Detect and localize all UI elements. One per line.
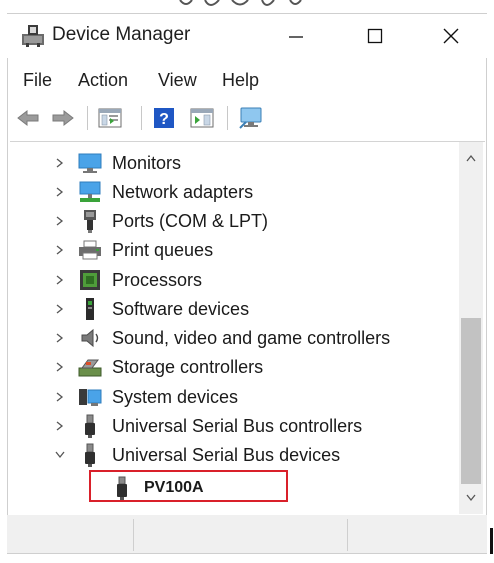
tree-item-usb-controllers[interactable]: Universal Serial Bus controllers xyxy=(54,412,362,440)
forward-button[interactable] xyxy=(49,104,77,132)
back-button[interactable] xyxy=(14,104,42,132)
tree-item-label: Software devices xyxy=(112,298,250,319)
printer-icon xyxy=(78,238,102,262)
forward-arrow-icon xyxy=(52,109,74,127)
toolbar-separator xyxy=(87,106,88,130)
menu-view[interactable]: View xyxy=(158,67,197,93)
chevron-up-icon xyxy=(466,154,476,162)
console-tree-button[interactable] xyxy=(188,104,216,132)
usb-icon xyxy=(78,414,102,438)
tree-item-print-queues[interactable]: Print queues xyxy=(54,236,213,264)
chevron-right-icon[interactable] xyxy=(54,244,66,256)
monitor-icon xyxy=(78,151,102,175)
menu-action[interactable]: Action xyxy=(78,67,128,93)
window-title: Device Manager xyxy=(52,24,191,45)
scroll-up-button[interactable] xyxy=(459,146,483,170)
tree-item-system-devices[interactable]: System devices xyxy=(54,383,238,411)
usb-icon xyxy=(78,443,102,467)
storage-controller-icon xyxy=(78,355,102,379)
tree-item-network-adapters[interactable]: Network adapters xyxy=(54,178,253,206)
chevron-right-icon[interactable] xyxy=(54,186,66,198)
tree-item-sound-video-game[interactable]: Sound, video and game controllers xyxy=(54,324,390,352)
toolbar-separator xyxy=(141,106,142,130)
scrollbar-thumb[interactable] xyxy=(461,318,481,484)
processor-icon xyxy=(78,268,102,292)
chevron-right-icon[interactable] xyxy=(54,361,66,373)
chevron-right-icon[interactable] xyxy=(54,303,66,315)
tree-item-label: Monitors xyxy=(112,152,182,173)
tree-item-label: Network adapters xyxy=(112,181,254,202)
console-tree-icon xyxy=(190,108,214,128)
status-bar xyxy=(7,515,487,553)
tree-item-label: System devices xyxy=(112,386,239,407)
tree-item-usb-devices[interactable]: Universal Serial Bus devices xyxy=(54,441,340,469)
speaker-icon xyxy=(78,326,102,350)
properties-button[interactable] xyxy=(96,104,124,132)
status-divider xyxy=(133,519,134,551)
tree-item-label: Ports (COM & LPT) xyxy=(112,210,269,231)
tree-item-ports[interactable]: Ports (COM & LPT) xyxy=(54,207,268,235)
minimize-icon xyxy=(289,36,303,38)
network-adapter-icon xyxy=(78,180,102,204)
scan-hardware-button[interactable] xyxy=(237,104,265,132)
device-manager-icon xyxy=(20,22,46,48)
tree-item-processors[interactable]: Processors xyxy=(54,266,202,294)
chevron-right-icon[interactable] xyxy=(54,391,66,403)
scroll-down-button[interactable] xyxy=(459,486,483,510)
tree-item-software-devices[interactable]: Software devices xyxy=(54,295,249,323)
toolbar-separator xyxy=(227,106,228,130)
tree-item-monitors[interactable]: Monitors xyxy=(54,149,181,177)
chevron-down-icon[interactable] xyxy=(54,449,66,461)
system-device-icon xyxy=(78,385,102,409)
tree-item-storage-controllers[interactable]: Storage controllers xyxy=(54,353,263,381)
highlight-box xyxy=(89,470,288,502)
tree-item-label: Storage controllers xyxy=(112,356,264,377)
monitor-icon xyxy=(239,107,262,129)
chevron-right-icon[interactable] xyxy=(54,420,66,432)
cropped-top-strip xyxy=(0,0,494,14)
edge-marker xyxy=(490,528,493,554)
maximize-button[interactable] xyxy=(352,14,398,58)
status-divider xyxy=(347,519,348,551)
chevron-right-icon[interactable] xyxy=(54,274,66,286)
back-arrow-icon xyxy=(17,109,39,127)
chevron-right-icon[interactable] xyxy=(54,215,66,227)
cropped-text-fragment xyxy=(179,0,302,6)
tree-item-label: Print queues xyxy=(112,239,214,260)
close-icon xyxy=(443,28,459,44)
port-icon xyxy=(78,209,102,233)
menu-help[interactable]: Help xyxy=(222,67,259,93)
tree-item-label: Processors xyxy=(112,269,203,290)
svg-text:?: ? xyxy=(159,111,169,128)
help-icon: ? xyxy=(154,108,174,128)
close-button[interactable] xyxy=(428,14,474,58)
help-button[interactable]: ? xyxy=(150,104,178,132)
chevron-right-icon[interactable] xyxy=(54,157,66,169)
software-device-icon xyxy=(78,297,102,321)
maximize-icon xyxy=(367,28,383,44)
chevron-down-icon xyxy=(466,494,476,502)
menu-file[interactable]: File xyxy=(23,67,52,93)
tree-item-label: Universal Serial Bus controllers xyxy=(112,415,363,436)
properties-icon xyxy=(98,108,122,128)
minimize-button[interactable] xyxy=(273,14,319,58)
chevron-right-icon[interactable] xyxy=(54,332,66,344)
tree-item-label: Sound, video and game controllers xyxy=(112,327,391,348)
tree-item-label: Universal Serial Bus devices xyxy=(112,444,341,465)
